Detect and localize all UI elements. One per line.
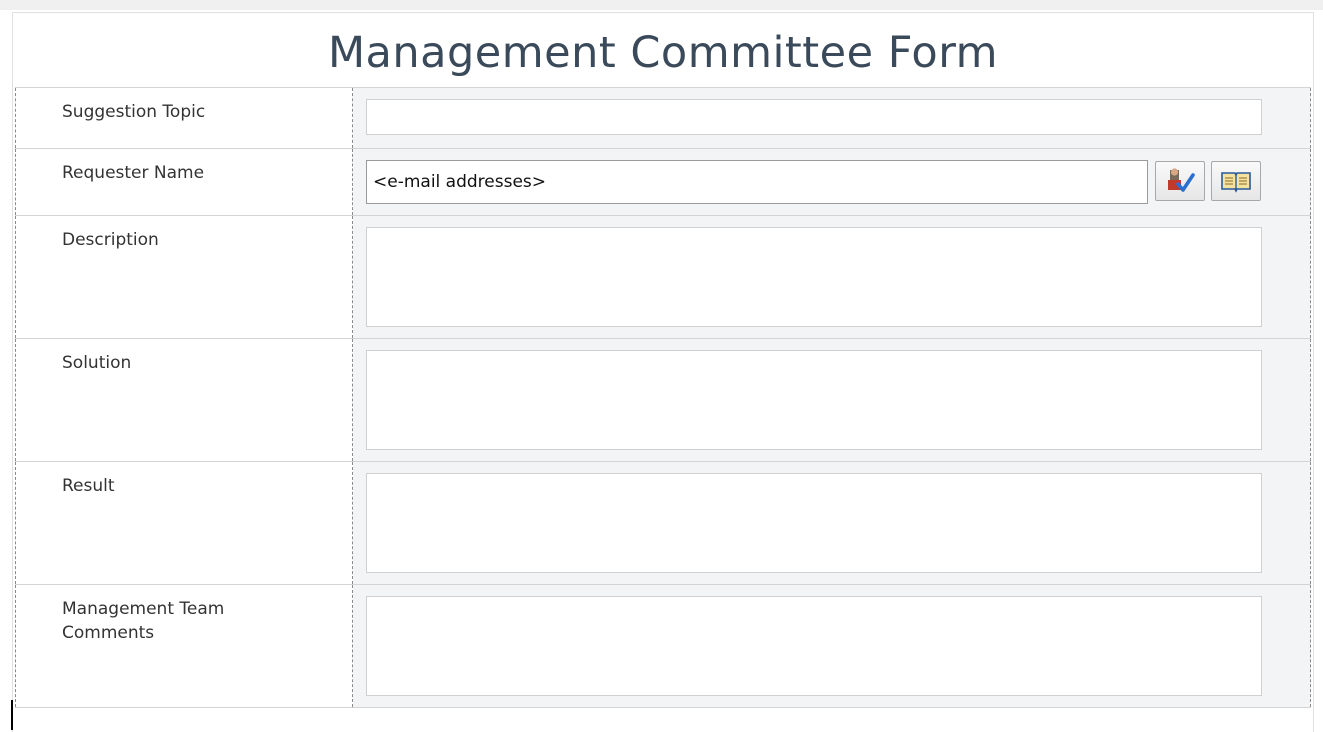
suggestion-topic-input[interactable] <box>366 99 1262 135</box>
requester-name-label: Requester Name <box>15 149 353 215</box>
suggestion-topic-label: Suggestion Topic <box>15 88 353 148</box>
management-committee-form: Management Committee Form Suggestion Top… <box>12 12 1314 732</box>
suggestion-topic-cell <box>353 88 1311 148</box>
row-management-team-comments: Management Team Comments <box>15 584 1311 708</box>
requester-name-cell: <e-mail addresses> <box>353 149 1311 215</box>
form-grid: Suggestion Topic Requester Name <e-mail … <box>15 87 1311 708</box>
management-team-comments-textarea[interactable] <box>366 596 1262 696</box>
check-names-icon <box>1168 168 1195 192</box>
row-result: Result <box>15 461 1311 584</box>
form-page: Management Committee Form Suggestion Top… <box>0 0 1323 732</box>
solution-textarea[interactable] <box>366 350 1262 450</box>
description-cell <box>353 216 1311 338</box>
description-label: Description <box>15 216 353 338</box>
description-textarea[interactable] <box>366 227 1262 327</box>
solution-label: Solution <box>15 339 353 461</box>
row-requester-name: Requester Name <e-mail addresses> <box>15 148 1311 215</box>
form-title: Management Committee Form <box>327 28 999 78</box>
row-description: Description <box>15 215 1311 338</box>
requester-name-input[interactable]: <e-mail addresses> <box>366 160 1148 204</box>
address-book-icon <box>1221 172 1251 193</box>
result-textarea[interactable] <box>366 473 1262 573</box>
result-cell <box>353 462 1311 584</box>
result-label: Result <box>15 462 353 584</box>
check-names-button[interactable] <box>1155 161 1205 201</box>
management-team-comments-label: Management Team Comments <box>15 585 353 707</box>
top-strip <box>0 0 1323 10</box>
browse-address-book-button[interactable] <box>1211 161 1261 201</box>
text-cursor <box>11 700 13 730</box>
management-team-comments-cell <box>353 585 1311 707</box>
solution-cell <box>353 339 1311 461</box>
row-solution: Solution <box>15 338 1311 461</box>
row-suggestion-topic: Suggestion Topic <box>15 87 1311 148</box>
